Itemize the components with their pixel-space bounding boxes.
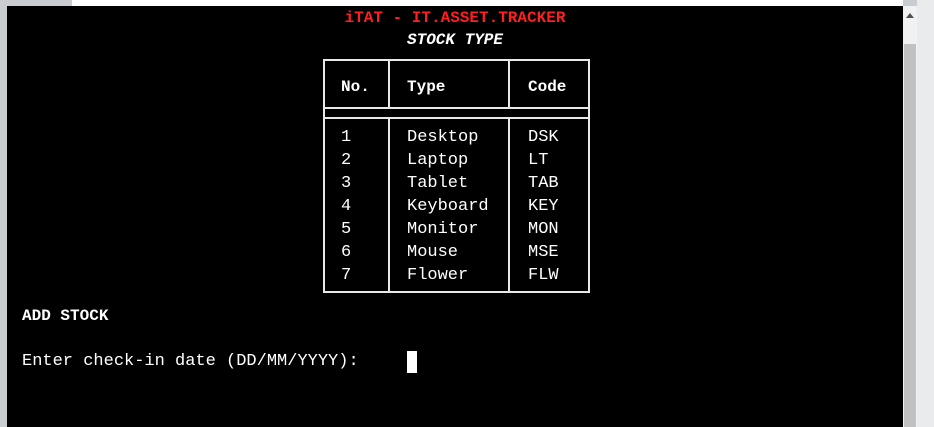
row-code: TAB — [528, 174, 559, 193]
row-type: Mouse — [407, 243, 459, 262]
row-type: Flower — [407, 266, 469, 285]
check-in-date-input-cursor[interactable] — [407, 351, 417, 373]
row-number: 2 — [341, 151, 352, 170]
row-number: 6 — [341, 243, 352, 262]
row-type: Laptop — [407, 151, 469, 170]
row-number: 3 — [341, 174, 352, 193]
row-number: 4 — [341, 197, 352, 216]
app-title: iTAT - IT.ASSET.TRACKER — [344, 9, 566, 27]
row-code: FLW — [528, 266, 559, 285]
table-left-border — [323, 59, 325, 293]
row-number: 1 — [341, 128, 352, 147]
terminal-window[interactable]: iTAT - IT.ASSET.TRACKER STOCK TYPE No. T… — [7, 6, 903, 427]
row-type: Tablet — [407, 174, 469, 193]
column-divider-1 — [388, 59, 390, 293]
row-code: DSK — [528, 128, 559, 147]
column-header-no: No. — [341, 78, 370, 96]
column-header-type: Type — [407, 78, 446, 96]
row-type: Desktop — [407, 128, 479, 147]
header-bottom-border — [323, 107, 590, 109]
row-code: MSE — [528, 243, 559, 262]
screen: iTAT - IT.ASSET.TRACKER STOCK TYPE No. T… — [0, 0, 934, 427]
table-top-border — [323, 59, 590, 61]
column-divider-2 — [508, 59, 510, 293]
body-top-border — [323, 117, 590, 119]
row-code: MON — [528, 220, 559, 239]
stock-type-heading: STOCK TYPE — [406, 31, 503, 49]
scroll-up-arrow-icon[interactable] — [903, 6, 917, 26]
row-code: LT — [528, 151, 549, 170]
row-type: Keyboard — [407, 197, 489, 216]
scrollbar-thumb[interactable] — [904, 44, 916, 427]
stock-type-table: No. Type Code 1 Desktop DSK 2 Laptop LT … — [323, 59, 590, 293]
row-type: Monitor — [407, 220, 479, 239]
row-number: 5 — [341, 220, 352, 239]
terminal-scrollbar[interactable] — [903, 6, 917, 427]
table-bottom-border — [323, 291, 590, 293]
row-number: 7 — [341, 266, 352, 285]
table-right-border — [588, 59, 590, 293]
row-code: KEY — [528, 197, 559, 216]
check-in-date-prompt: Enter check-in date (DD/MM/YYYY): — [22, 352, 369, 371]
column-header-code: Code — [528, 78, 567, 96]
add-stock-heading: ADD STOCK — [22, 307, 109, 325]
window-right-edge — [917, 0, 934, 427]
